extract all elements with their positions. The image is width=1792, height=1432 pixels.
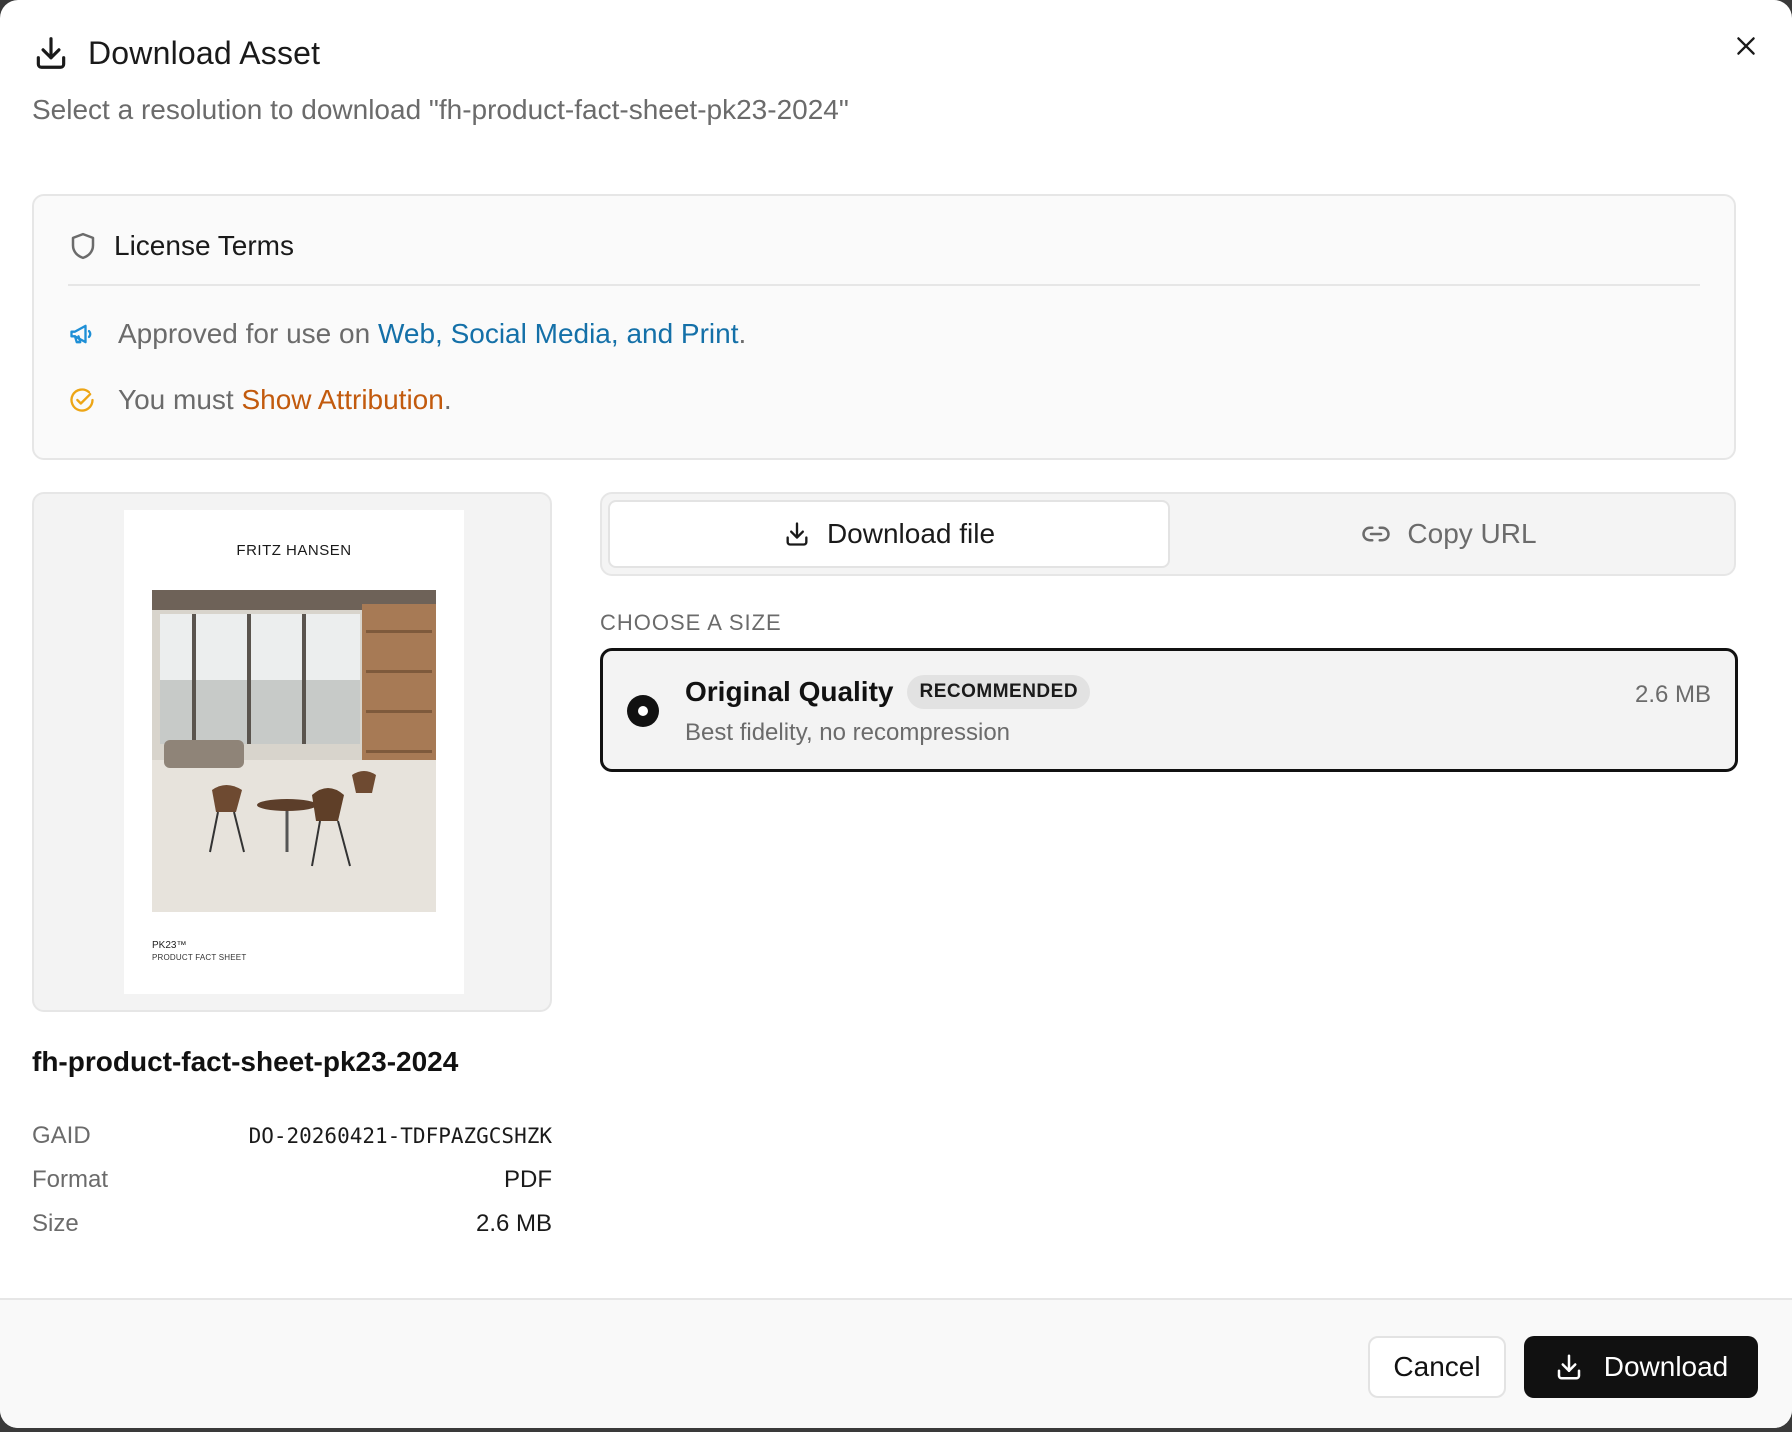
meta-row-gaid: GAID DO-20260421-TDFPAZGCSHZK	[32, 1114, 552, 1158]
meta-key: Size	[32, 1210, 79, 1237]
thumbnail-brand: FRITZ HANSEN	[236, 542, 352, 559]
close-icon	[1737, 37, 1755, 55]
tab-download-file-label: Download file	[826, 518, 996, 549]
approved-suffix: .	[738, 318, 747, 349]
license-title: License Terms	[114, 230, 295, 261]
attribution-suffix: .	[443, 384, 452, 415]
license-attribution-line: You must Show Attribution.	[68, 384, 452, 416]
meta-row-format: Format PDF	[32, 1158, 552, 1202]
license-terms-panel: License Terms Approved for use on Web, S…	[32, 194, 1736, 460]
size-option-title: Original Quality	[685, 676, 894, 707]
meta-value: DO-20260421-TDFPAZGCSHZK	[248, 1124, 552, 1148]
choose-size-label: CHOOSE A SIZE	[600, 610, 782, 635]
megaphone-icon	[70, 324, 92, 344]
attribution-prefix: You must	[118, 384, 242, 415]
thumbnail-product-code: PK23™	[152, 940, 187, 951]
meta-value: 2.6 MB	[475, 1210, 552, 1237]
thumbnail-product-subtitle: PRODUCT FACT SHEET	[152, 953, 247, 962]
dialog-footer: Cancel Download	[0, 1298, 1792, 1428]
asset-metadata: GAID DO-20260421-TDFPAZGCSHZK Format PDF…	[32, 1114, 552, 1246]
download-button-label: Download	[1603, 1351, 1729, 1382]
approved-channels: Web, Social Media, and Print	[377, 318, 739, 349]
license-usage-line: Approved for use on Web, Social Media, a…	[68, 318, 746, 350]
download-icon	[786, 522, 808, 546]
tab-download-file[interactable]: Download file	[608, 500, 1170, 568]
meta-key: GAID	[32, 1122, 91, 1149]
download-mode-tabs: Download file Copy URL	[600, 492, 1736, 576]
close-button[interactable]	[1730, 30, 1762, 62]
tab-copy-url[interactable]: Copy URL	[1170, 500, 1728, 568]
tab-copy-url-label: Copy URL	[1407, 518, 1537, 549]
size-option-original[interactable]: Original Quality RECOMMENDED Best fideli…	[600, 648, 1738, 772]
cancel-button[interactable]: Cancel	[1368, 1336, 1506, 1398]
dialog-subtitle: Select a resolution to download "fh-prod…	[32, 94, 849, 125]
download-icon	[1557, 1354, 1580, 1380]
meta-key: Format	[32, 1166, 109, 1193]
thumbnail-photo	[152, 590, 436, 912]
download-icon	[36, 37, 66, 69]
attribution-requirement: Show Attribution	[241, 384, 444, 415]
meta-value: PDF	[504, 1166, 552, 1193]
size-option-description: Best fidelity, no recompression	[685, 719, 1011, 746]
download-button[interactable]: Download	[1524, 1336, 1758, 1398]
size-option-filesize: 2.6 MB	[1634, 681, 1711, 708]
recommended-badge: RECOMMENDED	[907, 675, 1091, 709]
download-asset-dialog: Download Asset Select a resolution to do…	[0, 0, 1792, 1428]
radio-selected[interactable]	[627, 695, 659, 727]
asset-preview: FRITZ HANSEN PK23™ PRODUCT FACT SHEET	[32, 492, 552, 1012]
dialog-title: Download Asset	[88, 34, 321, 71]
link-icon	[1362, 526, 1391, 542]
document-thumbnail: FRITZ HANSEN PK23™ PRODUCT FACT SHEET	[124, 510, 464, 994]
asset-name: fh-product-fact-sheet-pk23-2024	[32, 1046, 459, 1077]
check-circle-icon	[70, 388, 94, 412]
meta-row-size: Size 2.6 MB	[32, 1202, 552, 1246]
approved-prefix: Approved for use on	[118, 318, 378, 349]
dialog-header: Download Asset Select a resolution to do…	[32, 34, 1712, 126]
shield-icon	[71, 232, 95, 260]
